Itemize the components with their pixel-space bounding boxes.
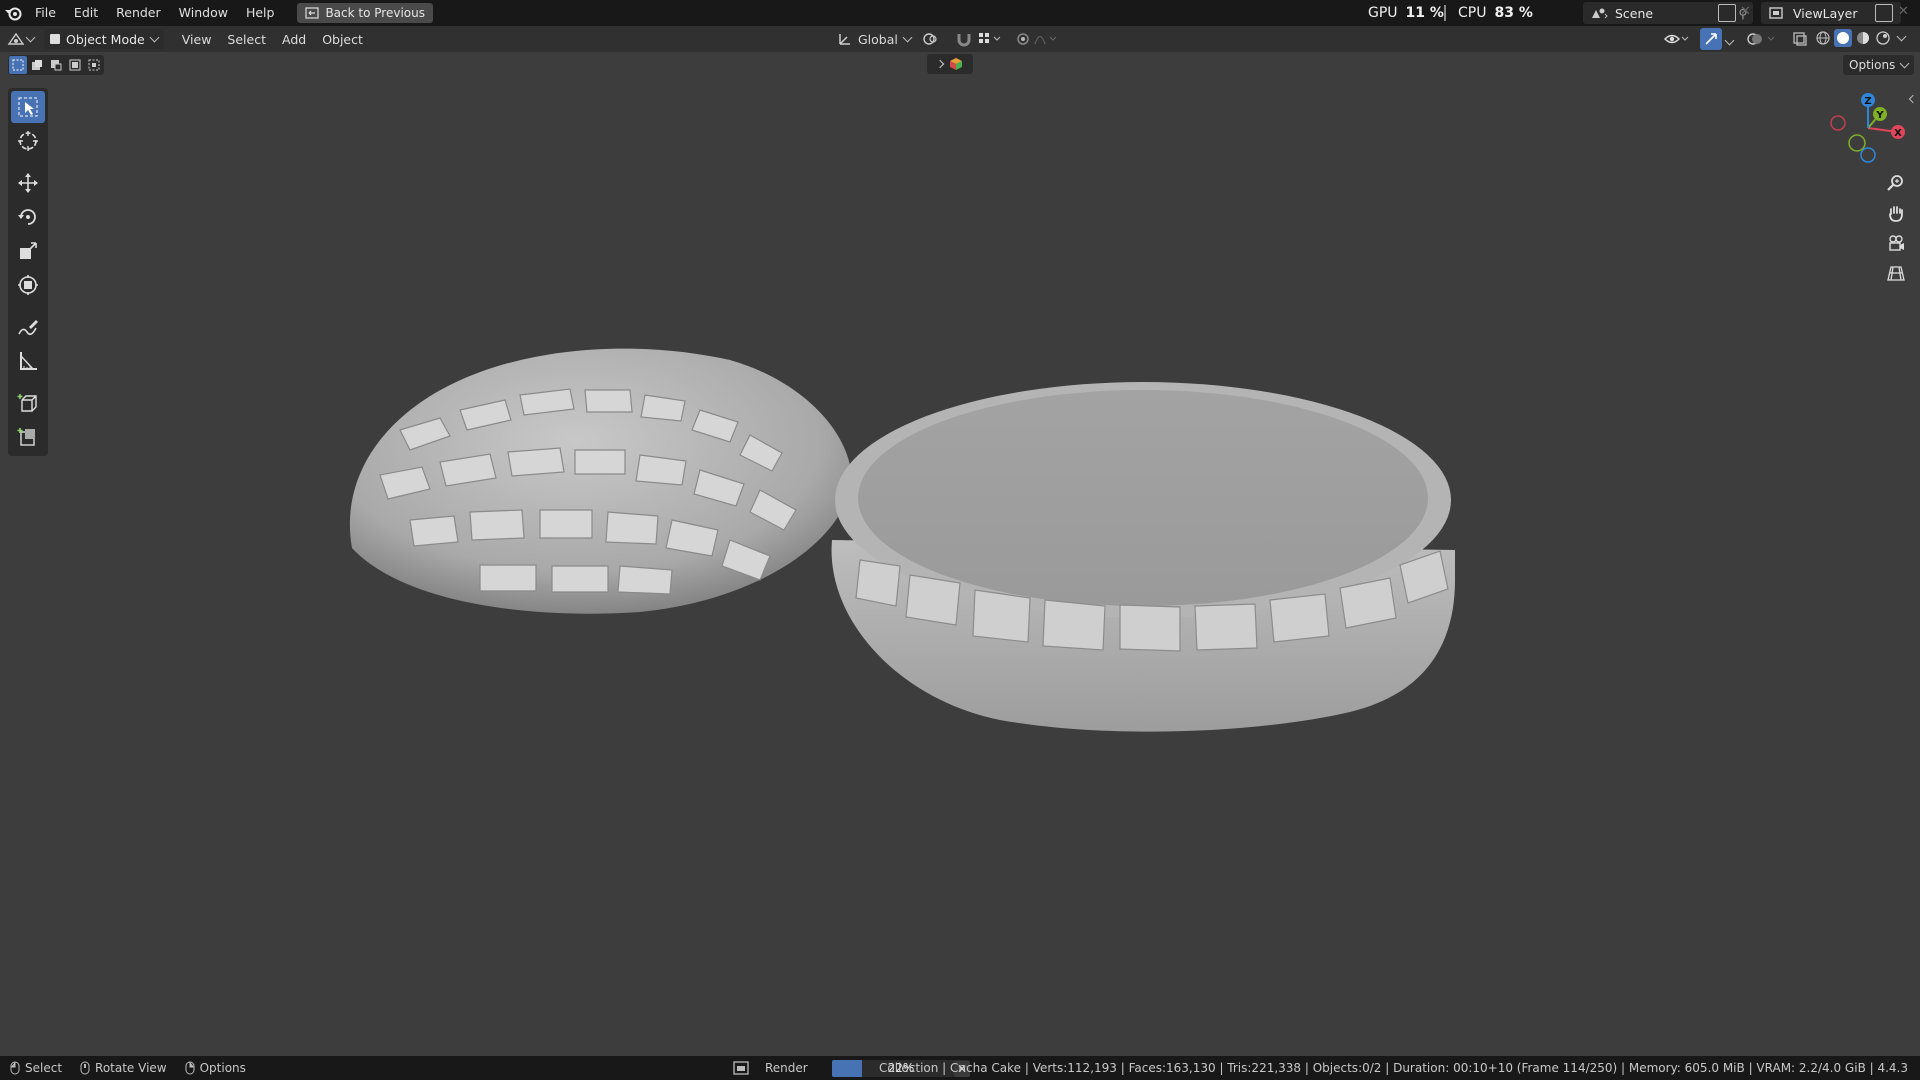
mouse-middle-icon: [80, 1061, 90, 1075]
gizmo-z-label: Z: [1864, 96, 1871, 107]
scene-statistics: Collection | Cncha Cake | Verts:112,193 …: [879, 1061, 1908, 1075]
status-options-label: Options: [199, 1061, 246, 1075]
mouse-left-icon: [10, 1061, 20, 1075]
camera-view-icon[interactable]: [1881, 228, 1911, 258]
status-options-hint: Options: [185, 1061, 246, 1075]
status-rotate-label: Rotate View: [95, 1061, 167, 1075]
zoom-icon[interactable]: [1881, 168, 1911, 198]
dome-object[interactable]: [349, 348, 852, 614]
navigation-gizmo[interactable]: X Y Z: [1830, 88, 1914, 172]
gizmo-y-label: Y: [1875, 110, 1884, 121]
viewport-scene: [349, 348, 1455, 732]
status-rotate-hint: Rotate View: [80, 1061, 167, 1075]
gizmo-x-label: X: [1894, 128, 1902, 139]
status-select-hint: Select: [10, 1061, 62, 1075]
cake-base-object[interactable]: [831, 382, 1455, 732]
pan-hand-icon[interactable]: [1881, 198, 1911, 228]
render-window-icon: [733, 1061, 749, 1075]
perspective-grid-icon[interactable]: [1881, 258, 1911, 288]
mouse-right-icon: [185, 1061, 195, 1075]
status-select-label: Select: [25, 1061, 63, 1075]
render-job-indicator[interactable]: Render: [733, 1059, 808, 1077]
render-label: Render: [765, 1061, 808, 1075]
